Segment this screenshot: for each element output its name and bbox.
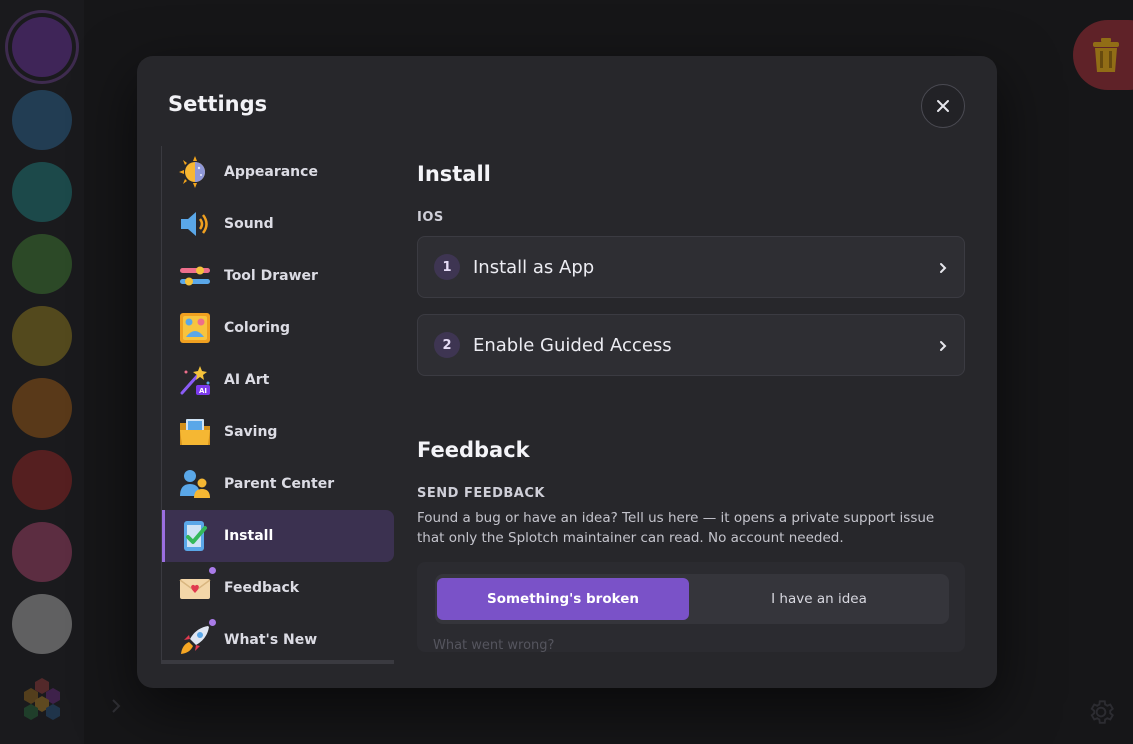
step-number: 1 (434, 254, 460, 280)
nav-item-install[interactable]: Install (162, 510, 394, 562)
nav-label: What's New (224, 632, 318, 648)
people-icon (178, 467, 212, 501)
step-label: Enable Guided Access (473, 334, 672, 356)
have-an-idea-button[interactable]: I have an idea (693, 578, 945, 620)
phone-check-icon (178, 519, 212, 553)
nav-item-coloring[interactable]: Coloring (162, 302, 394, 354)
magic-wand-icon: AI (178, 363, 212, 397)
nav-label: Install (224, 528, 274, 544)
nav-item-sound[interactable]: Sound (162, 198, 394, 250)
svg-text:AI: AI (199, 387, 207, 395)
nav-item-parent-center[interactable]: Parent Center (162, 458, 394, 510)
send-feedback-subheading: SEND FEEDBACK (417, 486, 545, 501)
close-icon (937, 100, 949, 112)
nav-item-tool-drawer[interactable]: Tool Drawer (162, 250, 394, 302)
install-heading: Install (417, 162, 491, 186)
something-broken-button[interactable]: Something's broken (437, 578, 689, 620)
nav-label: Tool Drawer (224, 268, 318, 284)
settings-nav: Appearance Sound Tool Drawer Coloring AI… (161, 146, 394, 664)
palette-picture-icon (178, 311, 212, 345)
sliders-icon (178, 259, 212, 293)
dialog-title: Settings (168, 92, 268, 116)
chevron-right-icon (940, 341, 947, 351)
nav-item-appearance[interactable]: Appearance (162, 146, 394, 198)
nav-item-ai-art[interactable]: AI AI Art (162, 354, 394, 406)
settings-content: Install IOS 1 Install as App 2 Enable Gu… (417, 146, 967, 666)
envelope-heart-icon (178, 567, 216, 605)
close-button[interactable] (921, 84, 965, 128)
nav-label: Coloring (224, 320, 291, 336)
new-indicator-dot (209, 619, 216, 626)
nav-item-saving[interactable]: Saving (162, 406, 394, 458)
step-number: 2 (434, 332, 460, 358)
settings-dialog: Settings Appearance Sound Tool Drawer Co… (137, 56, 997, 688)
nav-label: Feedback (224, 580, 300, 596)
nav-label: Saving (224, 424, 278, 440)
nav-label: Sound (224, 216, 274, 232)
feedback-input-placeholder[interactable]: What went wrong? (433, 638, 554, 653)
sun-moon-icon (178, 155, 212, 189)
feedback-description: Found a bug or have an idea? Tell us her… (417, 510, 935, 546)
folder-icon (178, 415, 212, 449)
nav-label: AI Art (224, 372, 270, 388)
nav-item-feedback[interactable]: Feedback (162, 562, 394, 614)
nav-label: Appearance (224, 164, 318, 180)
rocket-icon (178, 619, 216, 657)
step-label: Install as App (473, 256, 595, 278)
enable-guided-access-card[interactable]: 2 Enable Guided Access (417, 314, 965, 376)
nav-item-whats-new[interactable]: What's New (162, 614, 394, 660)
chevron-right-icon (940, 263, 947, 273)
nav-label: Parent Center (224, 476, 335, 492)
speaker-icon (178, 207, 212, 241)
new-indicator-dot (209, 567, 216, 574)
feedback-type-toggle: Something's broken I have an idea (435, 574, 949, 624)
feedback-heading: Feedback (417, 438, 530, 462)
ios-subheading: IOS (417, 210, 444, 225)
feedback-form: Something's broken I have an idea What w… (417, 562, 965, 653)
install-as-app-card[interactable]: 1 Install as App (417, 236, 965, 298)
